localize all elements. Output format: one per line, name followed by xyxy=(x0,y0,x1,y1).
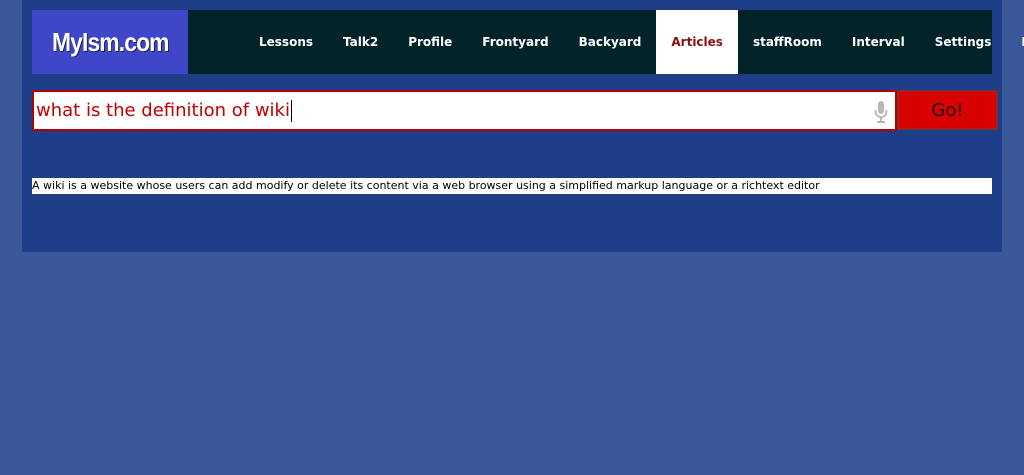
top-navbar: MyIsm.com Lessons Talk2 Profile Frontyar… xyxy=(32,10,1024,74)
nav-item-log-out[interactable]: Log out xyxy=(1006,10,1024,74)
main-panel: MyIsm.com Lessons Talk2 Profile Frontyar… xyxy=(22,0,1024,252)
nav-item-settings[interactable]: Settings xyxy=(920,10,1007,74)
search-field[interactable]: what is the definition of wiki xyxy=(32,90,897,131)
microphone-icon[interactable] xyxy=(873,100,889,124)
nav-item-lessons[interactable]: Lessons xyxy=(244,10,328,74)
nav-item-backyard[interactable]: Backyard xyxy=(564,10,657,74)
search-input[interactable]: what is the definition of wiki xyxy=(36,92,292,129)
nav-item-frontyard[interactable]: Frontyard xyxy=(467,10,563,74)
nav-item-talk2[interactable]: Talk2 xyxy=(328,10,393,74)
nav-menu: Lessons Talk2 Profile Frontyard Backyard… xyxy=(244,10,1024,74)
search-result: A wiki is a website whose users can add … xyxy=(32,178,992,194)
nav-item-articles[interactable]: Articles xyxy=(656,10,738,74)
nav-item-interval[interactable]: Interval xyxy=(837,10,920,74)
go-button[interactable]: Go! xyxy=(897,90,998,130)
nav-item-staffroom[interactable]: staffRoom xyxy=(738,10,837,74)
text-caret xyxy=(290,100,292,122)
nav-item-profile[interactable]: Profile xyxy=(393,10,467,74)
site-logo[interactable]: MyIsm.com xyxy=(32,10,188,74)
search-input-text: what is the definition of wiki xyxy=(36,100,290,121)
logo-text: MyIsm.com xyxy=(51,26,170,57)
